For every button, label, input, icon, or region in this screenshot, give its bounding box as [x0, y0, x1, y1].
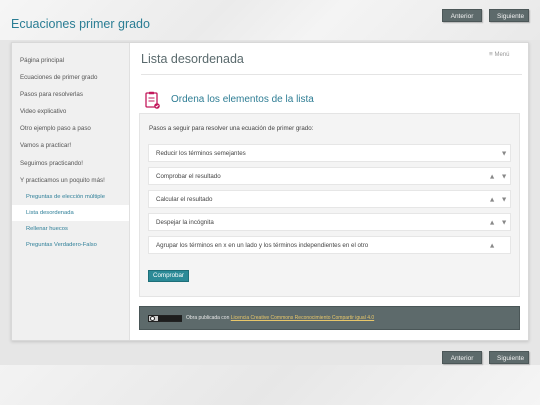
- main-card: Página principal Ecuaciones de primer gr…: [11, 42, 529, 341]
- sidebar-subitem-fill-gaps[interactable]: Rellenar huecos: [12, 221, 129, 237]
- cc-dark-shape: [158, 316, 182, 321]
- license-prefix: Obra publicada con: [186, 315, 230, 321]
- sidebar-item-practice-more[interactable]: Y practicamos un poquito más!: [12, 172, 129, 189]
- sortable-item-label: Reducir los términos semejantes: [156, 150, 246, 157]
- sidebar-item-video[interactable]: Video explicativo: [12, 103, 129, 120]
- sortable-item-label: Despejar la incógnita: [156, 219, 214, 226]
- bottom-next-button[interactable]: Siguiente: [489, 351, 529, 364]
- license-link[interactable]: Licencia Creative Commons Reconocimiento…: [231, 315, 374, 321]
- move-up-icon[interactable]: ▲: [490, 168, 494, 186]
- top-next-button[interactable]: Siguiente: [489, 9, 529, 22]
- list-clipboard-icon: [145, 91, 160, 109]
- activity-box: Pasos a seguir para resolver una ecuació…: [139, 113, 520, 297]
- creative-commons-icon[interactable]: [148, 315, 182, 322]
- sidebar-subitem-true-false[interactable]: Preguntas Verdadero-Falso: [12, 237, 129, 253]
- hamburger-icon: ≡: [489, 51, 493, 58]
- sortable-item-label: Comprobar el resultado: [156, 173, 221, 180]
- check-button[interactable]: Comprobar: [148, 270, 189, 282]
- bottom-band: [0, 365, 540, 405]
- move-up-icon[interactable]: ▲: [490, 237, 494, 255]
- menu-label: Menú: [494, 52, 510, 58]
- sidebar-item-keep-practicing[interactable]: Seguimos practicando!: [12, 155, 129, 172]
- sortable-item-label: Agrupar los términos en x en un lado y l…: [156, 242, 369, 249]
- sidebar: Página principal Ecuaciones de primer gr…: [12, 43, 130, 340]
- sortable-item[interactable]: Despejar la incógnita ▲ ▼: [148, 213, 511, 231]
- move-down-icon[interactable]: ▼: [502, 145, 506, 163]
- page-title: Lista desordenada: [141, 52, 244, 66]
- bottom-prev-button[interactable]: Anterior: [442, 351, 482, 364]
- move-down-icon[interactable]: ▼: [502, 191, 506, 209]
- move-up-icon[interactable]: ▲: [490, 214, 494, 232]
- sidebar-item-first-degree-equations[interactable]: Ecuaciones de primer grado: [12, 69, 129, 86]
- sidebar-subitem-multiple-choice[interactable]: Preguntas de elección múltiple: [12, 189, 129, 205]
- title-divider: [141, 74, 522, 75]
- activity-title: Ordena los elementos de la lista: [171, 94, 314, 105]
- sortable-item[interactable]: Calcular el resultado ▲ ▼: [148, 190, 511, 208]
- sidebar-item-home[interactable]: Página principal: [12, 52, 129, 69]
- sortable-item-label: Calcular el resultado: [156, 196, 213, 203]
- site-title: Ecuaciones primer grado: [11, 17, 150, 31]
- sidebar-item-another-example[interactable]: Otro ejemplo paso a paso: [12, 120, 129, 137]
- sortable-item[interactable]: Reducir los términos semejantes ▼: [148, 144, 511, 162]
- sortable-item[interactable]: Agrupar los términos en x en un lado y l…: [148, 236, 511, 254]
- move-down-icon[interactable]: ▼: [502, 168, 506, 186]
- cc-circle-shape: [150, 316, 155, 321]
- sidebar-item-practice[interactable]: Vamos a practicar!: [12, 137, 129, 154]
- sortable-item[interactable]: Comprobar el resultado ▲ ▼: [148, 167, 511, 185]
- top-prev-button[interactable]: Anterior: [442, 9, 482, 22]
- menu-toggle[interactable]: ≡ Menú: [489, 51, 509, 58]
- license-text: Obra publicada con Licencia Creative Com…: [186, 307, 374, 330]
- instructions: Pasos a seguir para resolver una ecuació…: [149, 125, 314, 132]
- sidebar-item-steps[interactable]: Pasos para resolverlas: [12, 86, 129, 103]
- sidebar-subitem-unordered-list[interactable]: Lista desordenada: [12, 204, 129, 222]
- move-up-icon[interactable]: ▲: [490, 191, 494, 209]
- license-footer: Obra publicada con Licencia Creative Com…: [139, 306, 520, 330]
- move-down-icon[interactable]: ▼: [502, 214, 506, 232]
